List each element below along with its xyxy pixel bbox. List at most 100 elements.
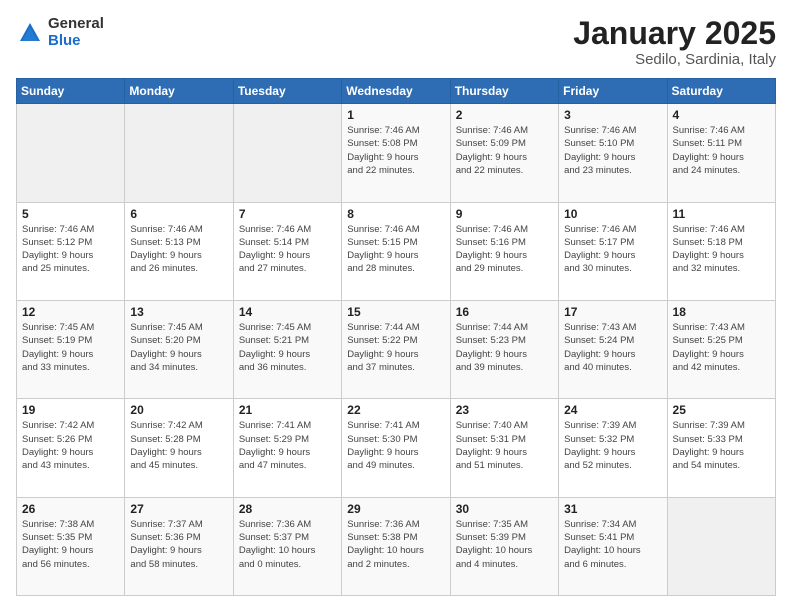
day-info: Sunrise: 7:39 AM Sunset: 5:32 PM Dayligh… [564, 419, 661, 472]
calendar-day-cell: 23 Sunrise: 7:40 AM Sunset: 5:31 PM Dayli… [450, 399, 558, 497]
day-number: 17 [564, 305, 661, 319]
day-number: 2 [456, 108, 553, 122]
calendar-day-cell: 1Sunrise: 7:46 AM Sunset: 5:08 PM Daylig… [342, 104, 450, 202]
calendar-day-cell: 21Sunrise: 7:41 AM Sunset: 5:29 PM Dayli… [233, 399, 341, 497]
calendar-day-cell: 12Sunrise: 7:45 AM Sunset: 5:19 PM Dayli… [17, 300, 125, 398]
weekday-header: Saturday [667, 79, 775, 104]
calendar-day-cell: 19 Sunrise: 7:42 AM Sunset: 5:26 PM Dayli… [17, 399, 125, 497]
title-location: Sedilo, Sardinia, Italy [573, 51, 776, 68]
day-info: Sunrise: 7:45 AM Sunset: 5:19 PM Dayligh… [22, 321, 119, 374]
calendar-day-cell: 7 Sunrise: 7:46 AM Sunset: 5:14 PM Daylig… [233, 202, 341, 300]
calendar-week-row: 5 Sunrise: 7:46 AM Sunset: 5:12 PM Daylig… [17, 202, 776, 300]
logo-general: General [48, 16, 104, 33]
day-number: 3 [564, 108, 661, 122]
day-info: Sunrise: 7:34 AM Sunset: 5:41 PM Dayligh… [564, 518, 661, 571]
calendar-week-row: 26Sunrise: 7:38 AM Sunset: 5:35 PM Dayli… [17, 497, 776, 595]
day-number: 20 [130, 403, 227, 417]
calendar-day-cell: 10Sunrise: 7:46 AM Sunset: 5:17 PM Dayli… [559, 202, 667, 300]
calendar-day-cell: 6 Sunrise: 7:46 AM Sunset: 5:13 PM Daylig… [125, 202, 233, 300]
day-info: Sunrise: 7:36 AM Sunset: 5:38 PM Dayligh… [347, 518, 444, 571]
day-info: Sunrise: 7:46 AM Sunset: 5:13 PM Dayligh… [130, 223, 227, 276]
day-info: Sunrise: 7:41 AM Sunset: 5:30 PM Dayligh… [347, 419, 444, 472]
calendar-day-cell: 3 Sunrise: 7:46 AM Sunset: 5:10 PM Daylig… [559, 104, 667, 202]
calendar-day-cell: 18 Sunrise: 7:43 AM Sunset: 5:25 PM Dayli… [667, 300, 775, 398]
day-info: Sunrise: 7:46 AM Sunset: 5:15 PM Dayligh… [347, 223, 444, 276]
day-info: Sunrise: 7:39 AM Sunset: 5:33 PM Dayligh… [673, 419, 770, 472]
day-info: Sunrise: 7:43 AM Sunset: 5:24 PM Dayligh… [564, 321, 661, 374]
calendar-day-cell: 24 Sunrise: 7:39 AM Sunset: 5:32 PM Dayli… [559, 399, 667, 497]
weekday-header: Friday [559, 79, 667, 104]
day-number: 14 [239, 305, 336, 319]
calendar-header-row: SundayMondayTuesdayWednesdayThursdayFrid… [17, 79, 776, 104]
calendar-day-cell: 13 Sunrise: 7:45 AM Sunset: 5:20 PM Dayli… [125, 300, 233, 398]
day-number: 15 [347, 305, 444, 319]
title-block: January 2025 Sedilo, Sardinia, Italy [573, 16, 776, 68]
day-number: 9 [456, 207, 553, 221]
day-info: Sunrise: 7:37 AM Sunset: 5:36 PM Dayligh… [130, 518, 227, 571]
weekday-header: Thursday [450, 79, 558, 104]
calendar-day-cell: 8 Sunrise: 7:46 AM Sunset: 5:15 PM Daylig… [342, 202, 450, 300]
day-number: 30 [456, 502, 553, 516]
title-month: January 2025 [573, 16, 776, 51]
day-number: 23 [456, 403, 553, 417]
weekday-header: Wednesday [342, 79, 450, 104]
logo-blue: Blue [48, 33, 104, 50]
day-number: 31 [564, 502, 661, 516]
day-number: 10 [564, 207, 661, 221]
calendar-day-cell [17, 104, 125, 202]
calendar-day-cell: 26Sunrise: 7:38 AM Sunset: 5:35 PM Dayli… [17, 497, 125, 595]
day-number: 28 [239, 502, 336, 516]
calendar-week-row: 1Sunrise: 7:46 AM Sunset: 5:08 PM Daylig… [17, 104, 776, 202]
calendar-day-cell [667, 497, 775, 595]
day-info: Sunrise: 7:46 AM Sunset: 5:12 PM Dayligh… [22, 223, 119, 276]
day-number: 16 [456, 305, 553, 319]
day-info: Sunrise: 7:40 AM Sunset: 5:31 PM Dayligh… [456, 419, 553, 472]
calendar-day-cell: 9Sunrise: 7:46 AM Sunset: 5:16 PM Daylig… [450, 202, 558, 300]
day-info: Sunrise: 7:46 AM Sunset: 5:10 PM Dayligh… [564, 124, 661, 177]
calendar-day-cell: 29 Sunrise: 7:36 AM Sunset: 5:38 PM Dayli… [342, 497, 450, 595]
day-number: 19 [22, 403, 119, 417]
weekday-header: Monday [125, 79, 233, 104]
day-number: 13 [130, 305, 227, 319]
day-number: 5 [22, 207, 119, 221]
day-number: 4 [673, 108, 770, 122]
day-number: 8 [347, 207, 444, 221]
day-info: Sunrise: 7:36 AM Sunset: 5:37 PM Dayligh… [239, 518, 336, 571]
day-number: 18 [673, 305, 770, 319]
calendar-day-cell: 31 Sunrise: 7:34 AM Sunset: 5:41 PM Dayli… [559, 497, 667, 595]
day-info: Sunrise: 7:42 AM Sunset: 5:26 PM Dayligh… [22, 419, 119, 472]
page: General Blue January 2025 Sedilo, Sardin… [0, 0, 792, 612]
day-number: 27 [130, 502, 227, 516]
calendar-day-cell: 22Sunrise: 7:41 AM Sunset: 5:30 PM Dayli… [342, 399, 450, 497]
calendar-day-cell: 30 Sunrise: 7:35 AM Sunset: 5:39 PM Dayli… [450, 497, 558, 595]
day-info: Sunrise: 7:45 AM Sunset: 5:20 PM Dayligh… [130, 321, 227, 374]
day-number: 6 [130, 207, 227, 221]
day-info: Sunrise: 7:43 AM Sunset: 5:25 PM Dayligh… [673, 321, 770, 374]
day-info: Sunrise: 7:46 AM Sunset: 5:08 PM Dayligh… [347, 124, 444, 177]
day-number: 29 [347, 502, 444, 516]
calendar-table: SundayMondayTuesdayWednesdayThursdayFrid… [16, 78, 776, 596]
calendar-day-cell: 17 Sunrise: 7:43 AM Sunset: 5:24 PM Dayli… [559, 300, 667, 398]
day-info: Sunrise: 7:35 AM Sunset: 5:39 PM Dayligh… [456, 518, 553, 571]
logo: General Blue [16, 16, 104, 49]
calendar-day-cell: 5 Sunrise: 7:46 AM Sunset: 5:12 PM Daylig… [17, 202, 125, 300]
day-number: 24 [564, 403, 661, 417]
calendar-day-cell: 16 Sunrise: 7:44 AM Sunset: 5:23 PM Dayli… [450, 300, 558, 398]
day-info: Sunrise: 7:45 AM Sunset: 5:21 PM Dayligh… [239, 321, 336, 374]
day-number: 25 [673, 403, 770, 417]
calendar-day-cell: 4Sunrise: 7:46 AM Sunset: 5:11 PM Daylig… [667, 104, 775, 202]
day-number: 7 [239, 207, 336, 221]
calendar-day-cell: 11Sunrise: 7:46 AM Sunset: 5:18 PM Dayli… [667, 202, 775, 300]
calendar-day-cell: 27 Sunrise: 7:37 AM Sunset: 5:36 PM Dayli… [125, 497, 233, 595]
logo-text: General Blue [48, 16, 104, 49]
day-info: Sunrise: 7:46 AM Sunset: 5:14 PM Dayligh… [239, 223, 336, 276]
day-info: Sunrise: 7:38 AM Sunset: 5:35 PM Dayligh… [22, 518, 119, 571]
calendar-day-cell: 20Sunrise: 7:42 AM Sunset: 5:28 PM Dayli… [125, 399, 233, 497]
calendar-week-row: 12Sunrise: 7:45 AM Sunset: 5:19 PM Dayli… [17, 300, 776, 398]
calendar-week-row: 19 Sunrise: 7:42 AM Sunset: 5:26 PM Dayli… [17, 399, 776, 497]
day-info: Sunrise: 7:44 AM Sunset: 5:23 PM Dayligh… [456, 321, 553, 374]
logo-icon [16, 19, 44, 47]
calendar-day-cell [233, 104, 341, 202]
calendar-day-cell: 2Sunrise: 7:46 AM Sunset: 5:09 PM Daylig… [450, 104, 558, 202]
calendar-day-cell: 28 Sunrise: 7:36 AM Sunset: 5:37 PM Dayli… [233, 497, 341, 595]
